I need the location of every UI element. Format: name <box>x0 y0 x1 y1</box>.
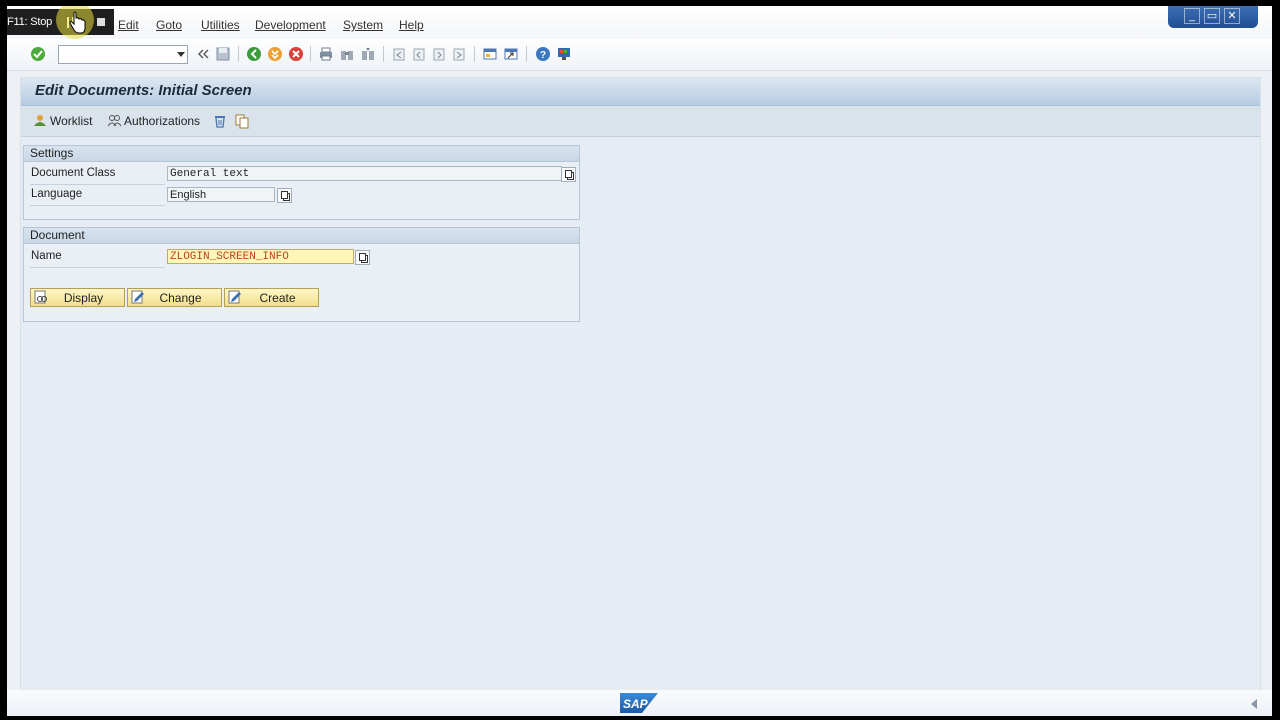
divider <box>30 205 165 206</box>
worklist-button[interactable]: Worklist <box>33 114 92 128</box>
exit-icon[interactable] <box>267 46 283 62</box>
next-page-icon[interactable] <box>431 46 447 62</box>
create-button[interactable]: Create <box>224 288 319 307</box>
create-label: Create <box>259 291 296 305</box>
change-label: Change <box>159 291 202 305</box>
change-button[interactable]: Change <box>127 288 222 307</box>
menu-development[interactable]: Development <box>255 18 326 32</box>
display-button[interactable]: Display <box>30 288 125 307</box>
application-toolbar: Worklist Authorizations <box>21 106 1260 137</box>
toolbar-separator <box>526 46 527 62</box>
cancel-icon[interactable] <box>288 46 304 62</box>
document-name-input[interactable]: ZLOGIN_SCREEN_INFO <box>167 249 354 264</box>
collapse-double-left-icon[interactable] <box>195 46 211 62</box>
copy-icon[interactable] <box>234 113 250 129</box>
print-icon[interactable] <box>318 46 334 62</box>
sap-logo: SAP <box>620 693 658 713</box>
window-controls: _ ▭ ✕ <box>1168 6 1258 28</box>
menu-utilities[interactable]: Utilities <box>201 18 240 32</box>
customize-layout-icon[interactable] <box>556 46 572 62</box>
toolbar-separator <box>238 46 239 62</box>
first-page-icon[interactable] <box>391 46 407 62</box>
language-row: Language English <box>24 185 579 205</box>
status-bar: SAP <box>7 690 1272 716</box>
document-group: Document Name ZLOGIN_SCREEN_INFO Display <box>23 227 580 322</box>
sap-gui-window: F11: Stop Edit Goto Utilities Developmen… <box>7 6 1272 716</box>
recorder-label: F11: Stop <box>7 16 53 28</box>
value-help-icon[interactable] <box>561 167 576 182</box>
previous-page-icon[interactable] <box>411 46 427 62</box>
menu-goto[interactable]: Goto <box>156 18 182 32</box>
worklist-icon <box>34 115 46 126</box>
last-page-icon[interactable] <box>451 46 467 62</box>
document-class-row: Document Class General text <box>24 164 579 184</box>
action-buttons: Display Change Create <box>30 288 330 308</box>
worklist-label: Worklist <box>50 114 93 128</box>
language-label: Language <box>31 188 83 200</box>
page-title: Edit Documents: Initial Screen <box>35 82 252 99</box>
toolbar-separator <box>383 46 384 62</box>
new-session-icon[interactable] <box>482 46 498 62</box>
menu-edit[interactable]: Edit <box>118 18 139 32</box>
chevron-down-icon[interactable] <box>177 52 185 57</box>
screen-title-bar: Edit Documents: Initial Screen <box>21 78 1260 106</box>
stop-icon[interactable] <box>97 18 105 26</box>
users-icon <box>107 115 122 127</box>
menu-bar: F11: Stop Edit Goto Utilities Developmen… <box>7 6 1272 39</box>
menu-help[interactable]: Help <box>399 18 424 32</box>
command-field[interactable] <box>58 45 188 64</box>
menu-system[interactable]: System <box>343 18 383 32</box>
document-class-field[interactable]: General text <box>167 166 562 181</box>
screen-area: Edit Documents: Initial Screen Worklist … <box>20 77 1261 691</box>
authorizations-label: Authorizations <box>124 114 201 128</box>
enter-check-icon[interactable] <box>30 46 46 62</box>
delete-icon[interactable] <box>212 113 228 129</box>
document-group-title: Document <box>24 228 579 244</box>
back-icon[interactable] <box>246 46 262 62</box>
name-label: Name <box>31 250 62 262</box>
system-toolbar: ? <box>7 39 1272 71</box>
toolbar-separator <box>310 46 311 62</box>
create-shortcut-icon[interactable] <box>503 46 519 62</box>
settings-group-title: Settings <box>24 146 579 162</box>
minimize-icon[interactable]: _ <box>1184 8 1200 24</box>
value-help-icon[interactable] <box>277 188 292 203</box>
divider <box>30 267 165 268</box>
status-expand-icon[interactable] <box>1251 699 1257 709</box>
hand-cursor-icon <box>69 11 86 34</box>
find-next-icon[interactable] <box>360 46 376 62</box>
document-class-label: Document Class <box>31 167 116 179</box>
value-help-icon[interactable] <box>355 250 370 265</box>
save-icon[interactable] <box>215 46 231 62</box>
authorizations-button[interactable]: Authorizations <box>107 114 200 128</box>
sap-logo-text: SAP <box>623 697 649 711</box>
toolbar-separator <box>474 46 475 62</box>
restore-icon[interactable]: ▭ <box>1204 8 1220 24</box>
display-label: Display <box>63 291 104 305</box>
settings-group: Settings Document Class General text Lan… <box>23 145 580 220</box>
name-row: Name ZLOGIN_SCREEN_INFO <box>24 247 579 267</box>
close-icon[interactable]: ✕ <box>1224 8 1240 24</box>
find-icon[interactable] <box>339 46 355 62</box>
help-icon[interactable]: ? <box>535 46 551 62</box>
svg-text:?: ? <box>540 50 546 61</box>
language-field[interactable]: English <box>167 187 275 202</box>
